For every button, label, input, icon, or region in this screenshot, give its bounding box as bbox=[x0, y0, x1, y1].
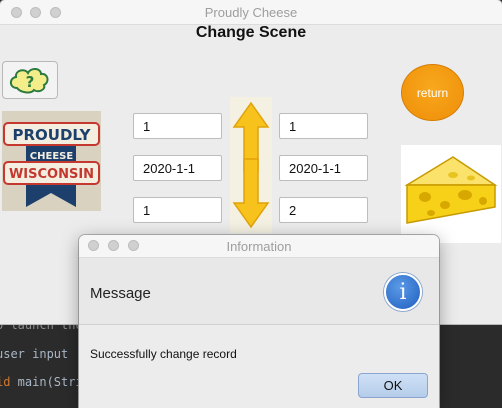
proudly-cheese-logo: PROUDLY CHEESE WISCONSIN bbox=[2, 111, 101, 216]
question-cloud-icon: ? bbox=[9, 68, 49, 94]
swap-arrows-icon bbox=[230, 97, 272, 238]
cheese-wedge-icon bbox=[401, 145, 501, 248]
info-icon: i bbox=[384, 273, 422, 311]
code-line: user input bbox=[0, 347, 68, 361]
code-text: user input bbox=[0, 347, 69, 361]
svg-text:?: ? bbox=[26, 73, 35, 91]
help-button[interactable]: ? bbox=[2, 61, 58, 99]
return-button[interactable]: return bbox=[401, 64, 464, 121]
right-field-2[interactable]: 2020-1-1 bbox=[279, 155, 368, 181]
dialog-header: Message i bbox=[79, 258, 439, 325]
right-field-1[interactable]: 1 bbox=[279, 113, 368, 139]
page-title: Change Scene bbox=[195, 24, 307, 41]
right-field-3[interactable]: 2 bbox=[279, 197, 368, 223]
ok-button[interactable]: OK bbox=[358, 373, 428, 398]
information-dialog: Information Message i Successfully chang… bbox=[79, 235, 439, 408]
dialog-title: Information bbox=[226, 239, 292, 254]
logo-text-wisconsin: WISCONSIN bbox=[9, 167, 94, 182]
left-field-3[interactable]: 1 bbox=[133, 197, 222, 223]
code-keyword: id bbox=[0, 375, 11, 389]
dialog-titlebar[interactable]: Information bbox=[79, 235, 439, 258]
code-line: id main(Stri bbox=[0, 375, 83, 389]
logo-text-proudly: PROUDLY bbox=[12, 126, 91, 144]
logo-text-cheese: CHEESE bbox=[30, 151, 74, 162]
left-field-1[interactable]: 1 bbox=[133, 113, 222, 139]
code-text: main(Stri bbox=[10, 375, 83, 389]
dialog-header-text: Message bbox=[90, 285, 151, 302]
window-titlebar[interactable]: Proudly Cheese bbox=[0, 0, 502, 25]
dialog-message: Successfully change record bbox=[90, 347, 237, 361]
window-title: Proudly Cheese bbox=[204, 5, 298, 20]
left-field-2[interactable]: 2020-1-1 bbox=[133, 155, 222, 181]
